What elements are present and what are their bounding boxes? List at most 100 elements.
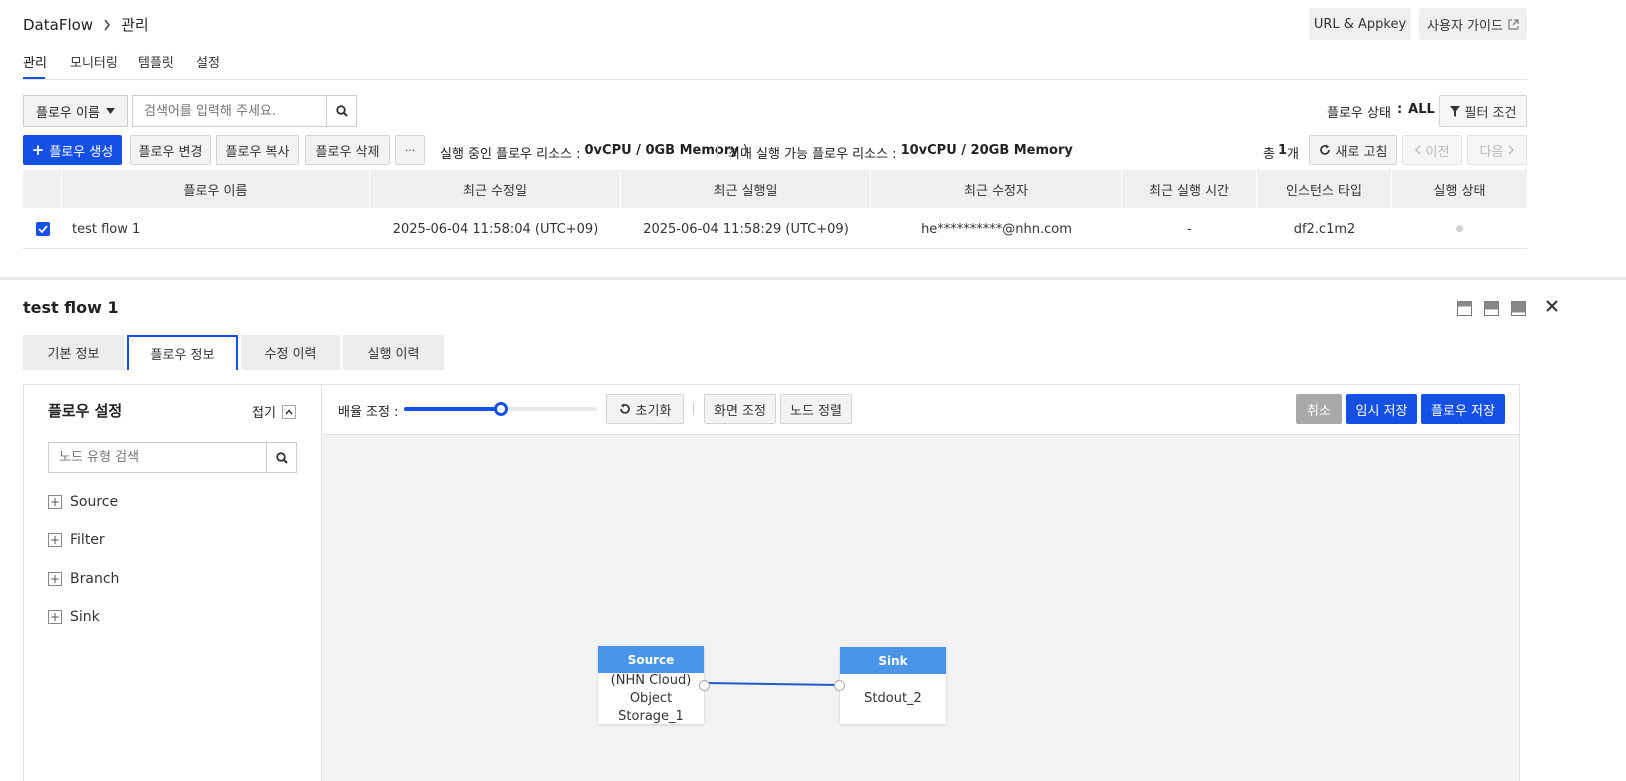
max-resources-label: 최대 실행 가능 플로우 리소스 :: [728, 147, 897, 162]
sink-input-port[interactable]: [834, 680, 845, 691]
create-flow-button[interactable]: + 플로우 생성: [23, 135, 122, 165]
next-page-button[interactable]: 다음: [1467, 135, 1527, 165]
tab-flow-info[interactable]: 플로우 정보: [127, 335, 238, 370]
caret-down-icon: [106, 108, 115, 114]
table-header-executed[interactable]: 최근 실행일: [621, 170, 871, 208]
tree-item-sink[interactable]: + Sink: [48, 609, 100, 625]
user-guide-button[interactable]: 사용자 가이드: [1419, 8, 1527, 40]
row-checkbox[interactable]: [35, 222, 50, 236]
table-header-status[interactable]: 실행 상태: [1392, 170, 1527, 208]
delete-flow-button[interactable]: 플로우 삭제: [305, 135, 390, 165]
url-appkey-label: URL & Appkey: [1313, 16, 1407, 32]
flow-status-value: ALL: [1408, 102, 1435, 117]
plus-icon: +: [31, 141, 45, 159]
url-appkey-button[interactable]: URL & Appkey: [1309, 8, 1411, 40]
zoom-slider[interactable]: [404, 402, 597, 416]
search-field-select-value: 플로우 이름: [36, 105, 100, 121]
row-flow-name[interactable]: test flow 1: [72, 209, 362, 249]
breadcrumb-current: 관리: [121, 16, 149, 34]
zoom-slider-fill: [404, 407, 501, 411]
copy-flow-label: 플로우 복사: [225, 144, 290, 160]
copy-flow-button[interactable]: 플로우 복사: [216, 135, 299, 165]
source-node[interactable]: Source (NHN Cloud) Object Storage_1: [598, 646, 704, 724]
temp-save-label: 임시 저장: [1355, 403, 1408, 419]
tree-item-label: Source: [70, 494, 119, 510]
edge-line: [704, 682, 841, 686]
pane-divider[interactable]: [0, 277, 1626, 280]
reset-zoom-button[interactable]: 초기화: [606, 394, 684, 424]
delete-flow-label: 플로우 삭제: [315, 144, 380, 160]
refresh-label: 새로 고침: [1335, 144, 1388, 160]
sink-node[interactable]: Sink Stdout_2: [840, 647, 946, 724]
tab-monitoring[interactable]: 모니터링: [70, 52, 118, 71]
cancel-button[interactable]: 취소: [1296, 394, 1342, 424]
expand-icon: +: [48, 610, 62, 624]
filter-condition-label: 필터 조건: [1464, 105, 1517, 121]
flow-edge[interactable]: [700, 675, 850, 695]
tree-item-label: Branch: [70, 571, 120, 587]
layout-bottom-icon[interactable]: [1511, 301, 1526, 316]
more-actions-button[interactable]: ···: [395, 135, 425, 165]
tab-settings[interactable]: 설정: [196, 52, 220, 71]
temp-save-button[interactable]: 임시 저장: [1346, 394, 1417, 424]
change-flow-button[interactable]: 플로우 변경: [130, 135, 211, 165]
search-button[interactable]: [326, 95, 357, 127]
checkmark-icon: [37, 225, 48, 233]
layout-buttons: [1457, 301, 1526, 316]
breadcrumb-app[interactable]: DataFlow: [23, 16, 93, 34]
tree-item-source[interactable]: + Source: [48, 494, 118, 510]
search-input[interactable]: [132, 95, 327, 127]
prev-page-button[interactable]: 이전: [1402, 135, 1462, 165]
save-flow-button[interactable]: 플로우 저장: [1421, 394, 1505, 424]
table-header-name[interactable]: 플로우 이름: [62, 170, 370, 208]
search-field-select[interactable]: 플로우 이름: [23, 95, 128, 127]
running-resources: 실행 중인 플로우 리소스 : 0vCPU / 0GB Memory ): [440, 143, 748, 162]
layout-middle-icon[interactable]: [1484, 301, 1499, 316]
row-modifier: he**********@nhn.com: [921, 221, 1072, 237]
tab-basic-info[interactable]: 기본 정보: [23, 335, 124, 370]
running-resources-value: 0vCPU / 0GB Memory: [584, 143, 739, 158]
tree-item-branch[interactable]: + Branch: [48, 571, 119, 587]
zoom-slider-thumb[interactable]: [493, 402, 508, 416]
prev-page-label: 이전: [1425, 144, 1450, 160]
chevron-right-icon: [103, 19, 111, 31]
source-output-port[interactable]: [699, 680, 710, 691]
breadcrumb: DataFlow 관리: [23, 14, 149, 35]
tab-manage[interactable]: 관리: [23, 52, 47, 71]
node-search-button[interactable]: [266, 442, 297, 473]
tree-item-filter[interactable]: + Filter: [48, 532, 105, 548]
total-count: 총 1개: [1263, 143, 1299, 162]
table-header-modified[interactable]: 최근 수정일: [370, 170, 621, 208]
table-header-exec-time[interactable]: 최근 실행 시간: [1122, 170, 1257, 208]
flow-canvas[interactable]: [322, 435, 1520, 781]
table-header-modifier[interactable]: 최근 수정자: [871, 170, 1122, 208]
chevron-right-icon: [1508, 145, 1515, 155]
tree-item-label: Filter: [70, 532, 105, 548]
search-icon: [275, 451, 288, 464]
user-guide-label: 사용자 가이드: [1427, 18, 1503, 34]
collapse-toggle[interactable]: 접기: [252, 402, 296, 421]
source-node-line1: (NHN Cloud): [610, 672, 692, 688]
node-type-search-input[interactable]: [48, 442, 267, 473]
source-node-header: Source: [598, 646, 704, 673]
collapse-label: 접기: [252, 406, 276, 421]
refresh-button[interactable]: 새로 고침: [1309, 135, 1397, 165]
tab-template[interactable]: 템플릿: [138, 52, 174, 71]
close-icon[interactable]: [1545, 299, 1559, 317]
source-node-body: (NHN Cloud) Object Storage_1: [598, 673, 704, 724]
layout-top-icon[interactable]: [1457, 301, 1472, 316]
row-status-dot: ●: [1455, 224, 1464, 234]
total-count-value: 1: [1277, 143, 1288, 158]
table-header-instance[interactable]: 인스턴스 타입: [1257, 170, 1392, 208]
tab-exec-history[interactable]: 실행 이력: [343, 335, 444, 370]
tab-edit-history[interactable]: 수정 이력: [241, 335, 340, 370]
zoom-label: 배율 조정 :: [338, 405, 399, 420]
filter-condition-button[interactable]: 필터 조건: [1439, 95, 1527, 127]
tree-item-label: Sink: [70, 609, 100, 625]
toolbar-divider: [693, 403, 694, 415]
flow-status-label: 플로우 상태: [1327, 106, 1391, 121]
sink-node-header: Sink: [840, 647, 946, 674]
source-node-line2: Object Storage_1: [618, 690, 684, 724]
fit-screen-button[interactable]: 화면 조정: [704, 394, 776, 424]
align-nodes-button[interactable]: 노드 정렬: [780, 394, 852, 424]
